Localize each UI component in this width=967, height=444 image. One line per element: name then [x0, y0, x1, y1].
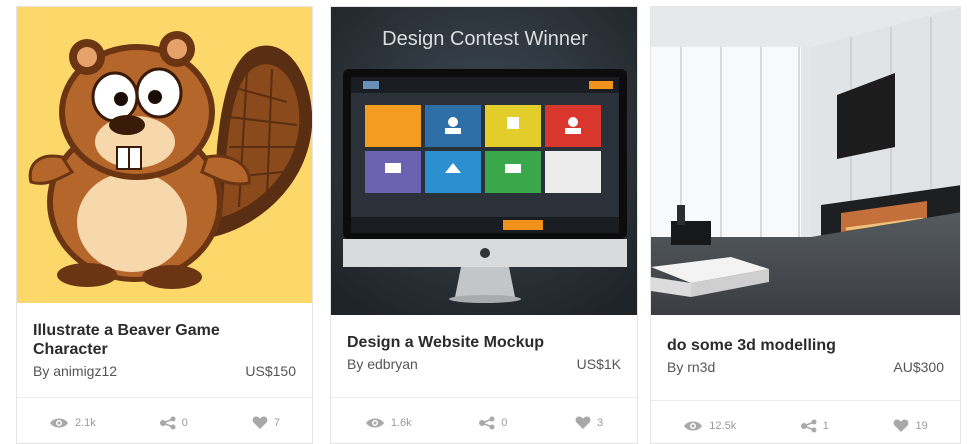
- heart-icon: [575, 416, 591, 429]
- card-meta: By animigz12 US$150: [33, 363, 296, 379]
- project-title[interactable]: do some 3d modelling: [667, 336, 944, 355]
- views-count: 12.5k: [709, 420, 737, 432]
- likes-stat[interactable]: 3: [575, 416, 603, 430]
- project-thumbnail[interactable]: [17, 7, 312, 303]
- eye-icon: [684, 421, 703, 431]
- shares-stat[interactable]: 0: [159, 416, 188, 430]
- eye-icon: [365, 418, 384, 428]
- project-card[interactable]: do some 3d modelling By rn3d AU$300 12.5…: [650, 6, 961, 444]
- card-stats: 2.1k 0 7: [17, 397, 312, 443]
- beaver-illustration: [17, 7, 312, 303]
- card-stats: 12.5k 1 19: [651, 400, 960, 443]
- share-icon: [159, 416, 176, 430]
- project-card[interactable]: Design Contest Winner Design a Website M…: [330, 6, 638, 444]
- heart-icon: [894, 419, 909, 432]
- price-label: US$1K: [576, 356, 621, 372]
- share-icon: [479, 416, 495, 430]
- project-thumbnail[interactable]: Design Contest Winner: [331, 7, 637, 315]
- likes-count: 7: [273, 417, 280, 429]
- project-thumbnail[interactable]: [651, 7, 960, 315]
- views-count: 1.6k: [390, 417, 412, 429]
- views-stat: 12.5k: [683, 420, 736, 432]
- shares-count: 0: [501, 417, 508, 429]
- heart-icon: [252, 416, 268, 429]
- views-count: 2.1k: [74, 417, 96, 429]
- author-label[interactable]: By animigz12: [33, 363, 117, 379]
- project-title[interactable]: Design a Website Mockup: [347, 333, 621, 352]
- card-meta: By edbryan US$1K: [347, 356, 621, 372]
- shares-stat[interactable]: 1: [800, 419, 829, 433]
- shares-count: 1: [822, 420, 829, 432]
- likes-count: 3: [597, 417, 604, 429]
- shares-count: 0: [181, 417, 188, 429]
- author-label[interactable]: By edbryan: [347, 356, 418, 372]
- project-card[interactable]: Illustrate a Beaver Game Character By an…: [16, 6, 313, 444]
- project-title[interactable]: Illustrate a Beaver Game Character: [33, 321, 296, 359]
- likes-count: 19: [915, 420, 928, 432]
- website-mockup-image: Design Contest Winner: [331, 7, 637, 315]
- card-info: Illustrate a Beaver Game Character By an…: [17, 321, 312, 379]
- gallery: Illustrate a Beaver Game Character By an…: [0, 0, 967, 444]
- banner-text: Design Contest Winner: [382, 28, 588, 50]
- likes-stat[interactable]: 7: [252, 416, 280, 430]
- author-label[interactable]: By rn3d: [667, 359, 715, 375]
- card-info: do some 3d modelling By rn3d AU$300: [651, 336, 960, 375]
- card-stats: 1.6k 0 3: [331, 397, 637, 443]
- share-icon: [800, 419, 817, 433]
- shares-stat[interactable]: 0: [479, 416, 507, 430]
- eye-icon: [49, 418, 68, 428]
- likes-stat[interactable]: 19: [893, 419, 928, 433]
- price-label: US$150: [245, 363, 296, 379]
- card-info: Design a Website Mockup By edbryan US$1K: [331, 333, 637, 372]
- views-stat: 2.1k: [49, 417, 96, 429]
- card-meta: By rn3d AU$300: [667, 359, 944, 375]
- interior-render-image: [651, 7, 960, 315]
- price-label: AU$300: [893, 359, 944, 375]
- views-stat: 1.6k: [365, 417, 412, 429]
